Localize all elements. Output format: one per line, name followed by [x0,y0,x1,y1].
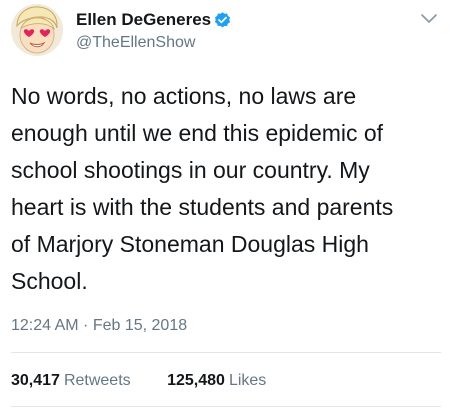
heart-eyes-emoji-icon [16,6,58,54]
divider [11,406,441,407]
tweet-text-line: enough until we end this epidemic of [11,120,384,146]
tweet-card: Ellen DeGeneres @TheEllenShow No words, … [0,0,450,417]
retweets-count: 30,417 [11,372,60,389]
likes-stat[interactable]: 125,480 Likes [167,371,266,391]
avatar[interactable] [11,4,63,56]
tweet-text: No words, no actions, no laws are enough… [11,78,443,300]
tweet-timestamp[interactable]: 12:24 AM · Feb 15, 2018 [11,316,187,336]
verified-badge-icon [214,12,231,28]
likes-count: 125,480 [167,372,225,389]
tweet-text-line: No words, no actions, no laws are [11,83,357,109]
divider [11,352,441,353]
engagement-stats: 30,417 Retweets 125,480 Likes [11,371,266,391]
likes-label: Likes [228,372,267,389]
author-display-name[interactable]: Ellen DeGeneres [76,10,211,30]
retweets-label: Retweets [63,372,131,389]
tweet-text-line: of Marjory Stoneman Douglas High [11,231,369,257]
author-handle[interactable]: @TheEllenShow [76,33,195,53]
tweet-text-line: heart is with the students and parents [11,194,394,220]
retweets-stat[interactable]: 30,417 Retweets [11,371,131,391]
chevron-down-icon[interactable] [420,12,438,26]
tweet-text-line: School. [11,268,88,294]
tweet-text-line: school shootings in our country. My [11,157,370,183]
